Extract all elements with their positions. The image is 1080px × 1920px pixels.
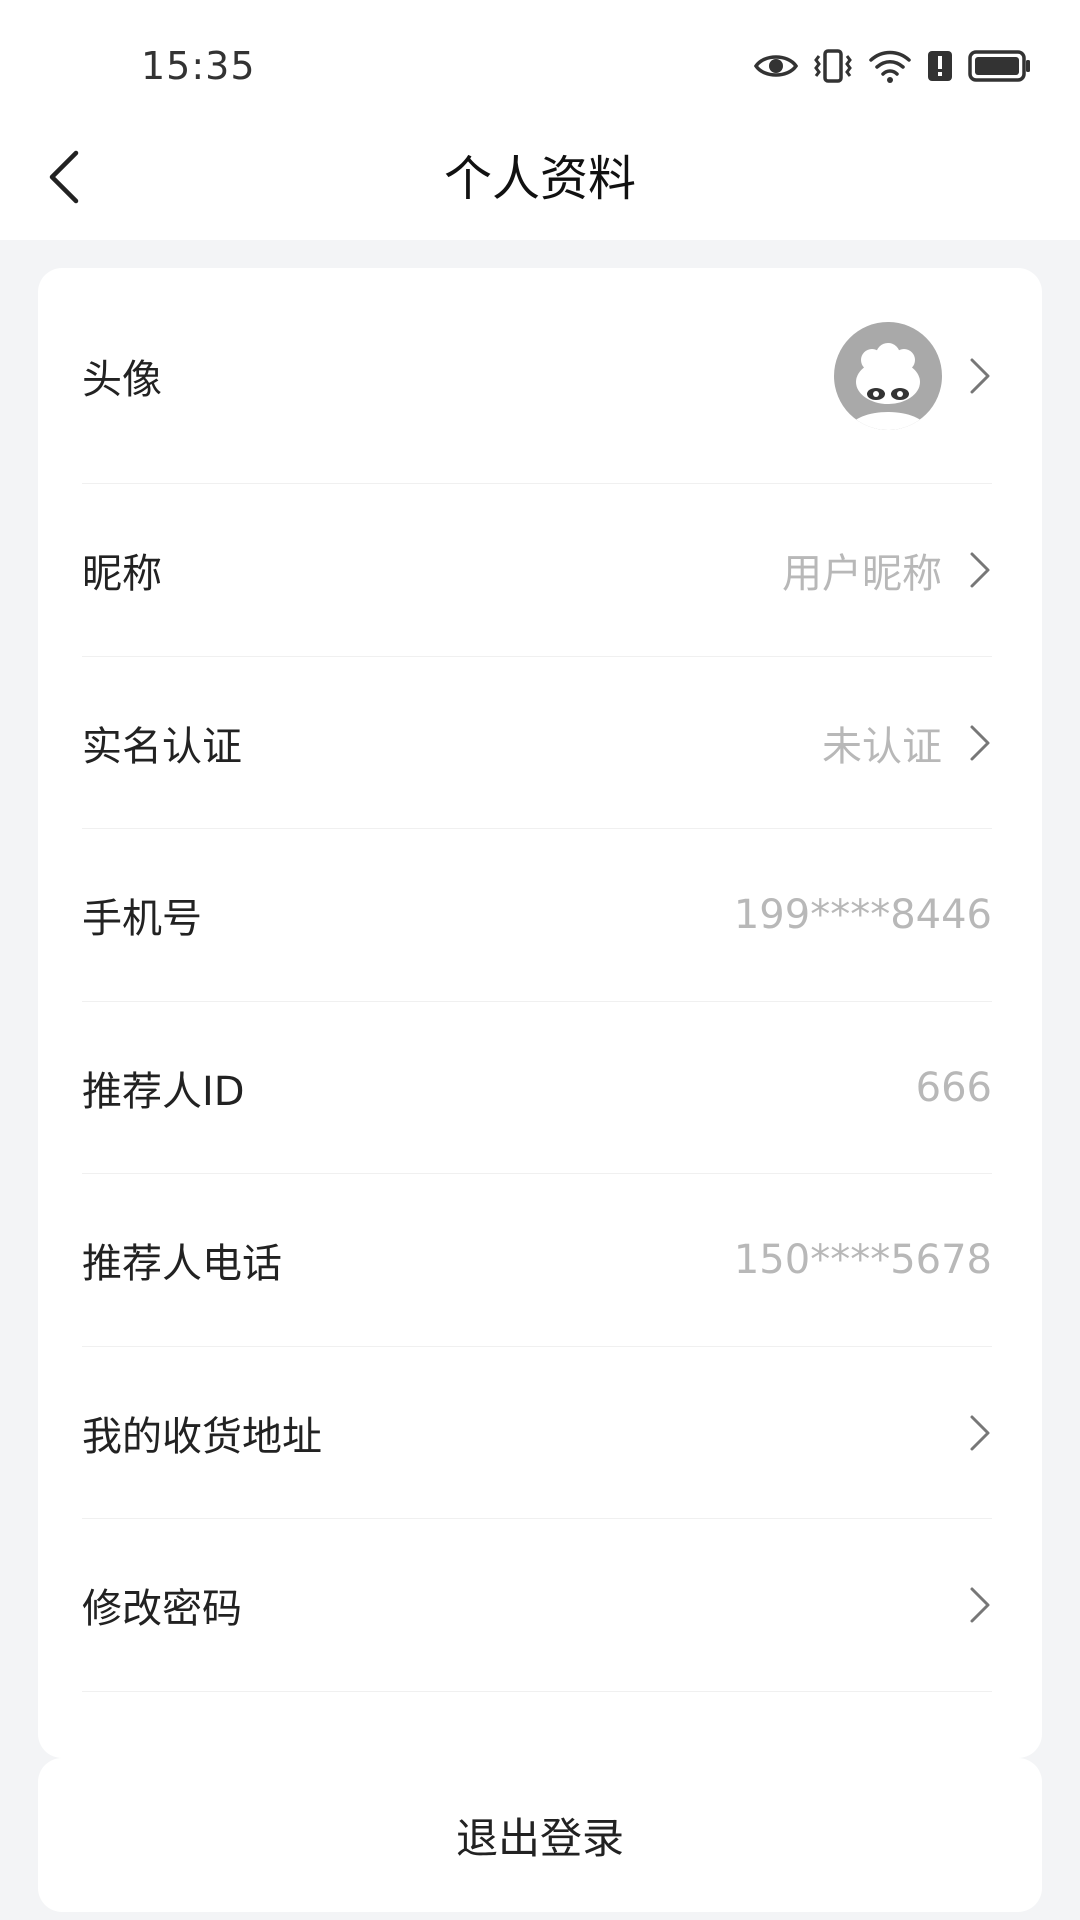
address-row[interactable]: 我的收货地址 [82,1347,992,1519]
status-time: 15:35 [141,44,256,88]
referrer-id-row: 推荐人ID 666 [82,1002,992,1174]
referrer-id-value: 666 [915,1064,992,1111]
chevron-right-icon [952,715,992,771]
address-label: 我的收货地址 [82,1413,322,1460]
referrer-phone-row: 推荐人电话 150****5678 [82,1174,992,1347]
nickname-label: 昵称 [82,551,162,597]
chevron-right-icon [952,348,992,404]
status-bar: 15:35 [0,0,1080,130]
referrer-phone-label: 推荐人电话 [82,1241,282,1287]
logout-button[interactable]: 退出登录 [38,1758,1042,1912]
eye-icon [754,51,798,81]
nickname-row[interactable]: 昵称 用户昵称 [82,484,992,657]
nav-bar: 个人资料 [0,130,1080,240]
verification-label: 实名认证 [82,723,242,770]
avatar-label: 头像 [82,356,162,403]
nickname-value: 用户昵称 [782,551,942,597]
avatar-row[interactable]: 头像 [82,268,992,484]
chevron-right-icon [952,1577,992,1633]
vibrate-icon [812,48,854,84]
chevron-right-icon [952,542,992,598]
alert-icon [926,49,954,83]
phone-row: 手机号 199****8446 [82,829,992,1002]
header-area: 15:35 个人资料 [0,0,1080,240]
password-label: 修改密码 [82,1586,242,1632]
verification-value: 未认证 [822,723,942,770]
battery-icon [968,49,1032,83]
logout-label: 退出登录 [455,1813,624,1863]
page-title: 个人资料 [443,151,636,207]
avatar[interactable] [834,321,942,430]
verification-row[interactable]: 实名认证 未认证 [82,657,992,829]
password-row[interactable]: 修改密码 [82,1519,992,1692]
referrer-phone-value: 150****5678 [733,1237,992,1283]
referrer-id-label: 推荐人ID [82,1068,245,1115]
status-icons [754,44,1032,88]
phone-label: 手机号 [82,896,202,942]
profile-card: 头像 昵称 用户昵称 实名认证 未认证 手机号 199****8446 推荐人I… [38,268,1042,1758]
phone-value: 199****8446 [733,892,992,938]
chevron-right-icon [952,1405,992,1461]
wifi-icon [868,48,912,84]
